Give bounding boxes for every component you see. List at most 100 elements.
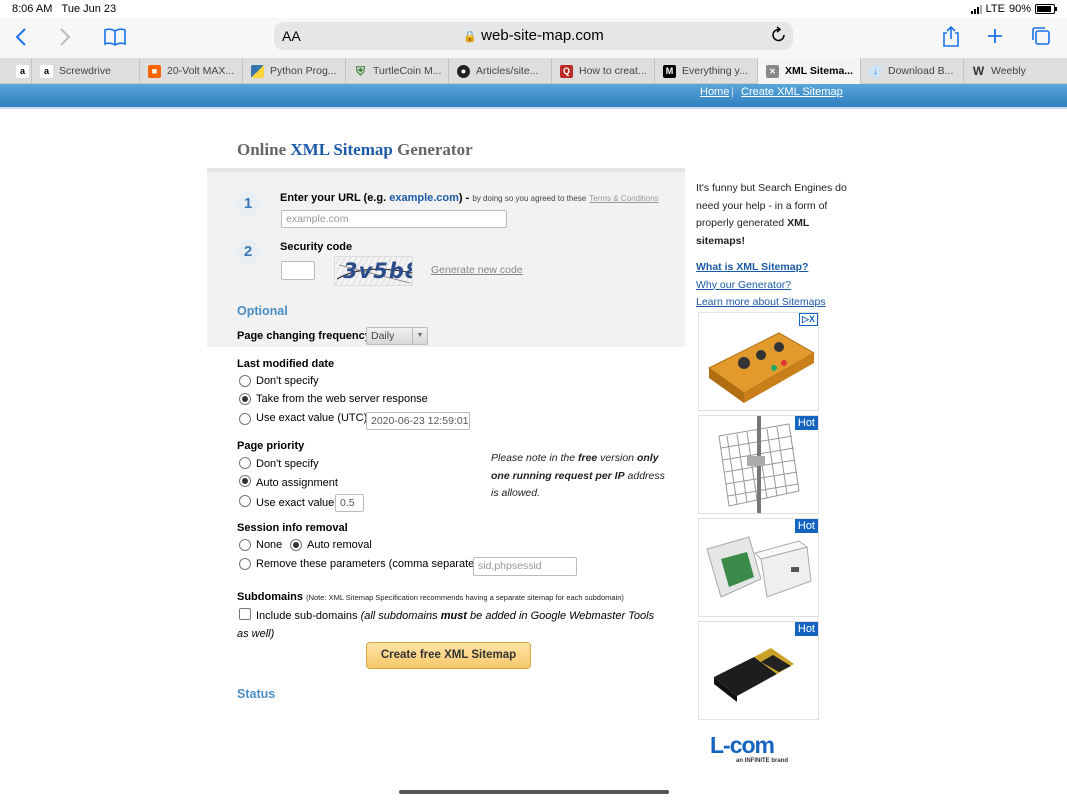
download-icon: ↓ xyxy=(869,64,882,78)
forward-button[interactable] xyxy=(54,26,76,48)
session-none-radio[interactable] xyxy=(239,539,251,551)
medium-icon: M xyxy=(663,64,676,78)
back-button[interactable] xyxy=(10,26,32,48)
priority-dont-specify-radio[interactable] xyxy=(239,457,251,469)
reload-icon[interactable] xyxy=(771,26,787,49)
shield-icon: ⛨ xyxy=(355,63,365,78)
nav-home-link[interactable]: Home xyxy=(700,86,729,98)
create-sitemap-button[interactable]: Create free XML Sitemap xyxy=(366,642,531,669)
priority-label: Page priority xyxy=(237,440,305,452)
sidebar-links: What is XML Sitemap? Why our Generator? … xyxy=(696,259,826,312)
url-input[interactable]: example.com xyxy=(281,210,507,228)
generate-code-link[interactable]: Generate new code xyxy=(431,264,523,276)
battery-percent: 90% xyxy=(1008,3,1031,15)
lastmod-dont-specify-radio[interactable] xyxy=(239,375,251,387)
what-is-sitemap-link[interactable]: What is XML Sitemap? xyxy=(696,259,826,277)
frequency-label: Page changing frequency xyxy=(237,330,371,342)
tab-9-active[interactable]: ✕ XML Sitema... xyxy=(757,58,860,84)
tab-label: Everything y... xyxy=(682,65,748,77)
github-icon: ● xyxy=(457,64,470,78)
note-text-2: version xyxy=(600,452,635,464)
grid-antenna-image xyxy=(718,416,800,513)
tab-1[interactable]: a xyxy=(8,58,31,84)
tab-label: Screwdrive xyxy=(59,65,111,77)
lastmod-dont-specify-label: Don't specify xyxy=(256,375,319,387)
lcom-logo[interactable]: L-com an INFINITE brand xyxy=(710,732,810,768)
carrier-label: LTE xyxy=(985,3,1005,15)
lastmod-exact-radio[interactable] xyxy=(239,413,251,425)
quora-icon: Q xyxy=(560,64,573,78)
tab-3[interactable]: ■ 20-Volt MAX... xyxy=(139,58,242,84)
tab-label: 20-Volt MAX... xyxy=(167,65,235,77)
bookmarks-button[interactable] xyxy=(102,25,128,49)
hot-badge: Hot xyxy=(794,519,818,533)
amazon-icon: a xyxy=(40,64,53,78)
close-icon[interactable]: ✕ xyxy=(766,64,779,78)
url-label: Enter your URL (e.g. example.com) - by d… xyxy=(280,192,659,204)
session-none-label: None xyxy=(256,539,283,551)
session-auto-radio[interactable] xyxy=(290,539,302,551)
captcha-image: 3v5b8 xyxy=(334,256,413,286)
tab-label: XML Sitema... xyxy=(785,65,854,77)
new-tab-button[interactable] xyxy=(984,25,1006,47)
page-title: Online XML Sitemap Generator xyxy=(237,140,473,160)
address-bar[interactable]: AA 🔒 web-site-map.com xyxy=(274,22,793,50)
ios-status-bar: 8:06 AM Tue Jun 23 LTE 90% xyxy=(0,0,1067,18)
lcom-sub: an INFINITE brand xyxy=(736,758,789,764)
scroll-indicator[interactable] xyxy=(399,790,669,794)
lcom-brand: L-com xyxy=(710,732,775,758)
tab-11[interactable]: W Weebly xyxy=(963,58,1067,84)
learn-more-link[interactable]: Learn more about Sitemaps xyxy=(696,294,826,312)
priority-value-input[interactable]: 0.5 xyxy=(335,494,364,512)
include-subdomains-text: Include sub-domains (all subdomains must… xyxy=(237,608,667,643)
terms-link[interactable]: Terms & Conditions xyxy=(589,194,658,203)
amazon-icon: a xyxy=(16,64,29,78)
lastmod-exact-label: Use exact value (UTC): xyxy=(256,412,371,424)
security-code-label: Security code xyxy=(280,241,353,253)
session-label: Session info removal xyxy=(237,522,348,534)
title-prefix: Online xyxy=(237,140,287,159)
step-1-badge: 1 xyxy=(236,192,260,216)
tab-10[interactable]: ↓ Download B... xyxy=(860,58,963,84)
share-icon xyxy=(943,26,959,47)
ad-hdmi-adapter[interactable]: Hot xyxy=(698,621,819,720)
tab-label: Articles/site... xyxy=(476,65,539,77)
site-header-bar: Home | Create XML Sitemap xyxy=(0,84,1067,109)
session-params-input[interactable]: sid,phpsessid xyxy=(473,557,577,576)
lastmod-label: Last modified date xyxy=(237,358,335,370)
tab-label: How to creat... xyxy=(579,65,647,77)
ad-choices-icon[interactable]: ▷X xyxy=(799,313,818,326)
signal-icon xyxy=(970,4,982,14)
tab-4[interactable]: Python Prog... xyxy=(242,58,345,84)
python-icon xyxy=(251,64,264,78)
ad-junction-box[interactable]: Hot xyxy=(698,518,819,617)
tab-5[interactable]: ⛨ TurtleCoin M... xyxy=(345,58,448,84)
session-remove-radio[interactable] xyxy=(239,558,251,570)
tab-2[interactable]: a Screwdrive xyxy=(31,58,139,84)
subdomains-note: (Note: XML Sitemap Specification recomme… xyxy=(306,593,624,602)
chevron-down-icon: ▼ xyxy=(412,328,427,344)
priority-auto-label: Auto assignment xyxy=(256,477,338,489)
tab-label: Python Prog... xyxy=(270,65,337,77)
priority-exact-radio[interactable] xyxy=(239,495,251,507)
priority-auto-radio[interactable] xyxy=(239,475,251,487)
tab-strip: a a Screwdrive ■ 20-Volt MAX... Python Pro… xyxy=(0,58,1067,84)
lastmod-server-label: Take from the web server response xyxy=(256,393,428,405)
why-generator-link[interactable]: Why our Generator? xyxy=(696,277,826,295)
weebly-icon: W xyxy=(972,64,985,78)
frequency-select[interactable]: Daily ▼ xyxy=(366,327,428,345)
tabs-overview-button[interactable] xyxy=(1030,25,1052,47)
security-code-input[interactable] xyxy=(281,261,315,280)
hdmi-adapter-image xyxy=(714,648,794,702)
lastmod-value-input[interactable]: 2020-06-23 12:59:01 xyxy=(366,412,470,430)
nav-create-link[interactable]: Create XML Sitemap xyxy=(741,86,843,98)
lastmod-server-radio[interactable] xyxy=(239,393,251,405)
tab-8[interactable]: M Everything y... xyxy=(654,58,757,84)
ad-antenna[interactable]: Hot xyxy=(698,415,819,514)
ad-cable-tester[interactable]: ▷X xyxy=(698,312,819,411)
hot-badge: Hot xyxy=(794,622,818,636)
share-button[interactable] xyxy=(940,24,962,50)
tab-6[interactable]: ● Articles/site... xyxy=(448,58,551,84)
tab-7[interactable]: Q How to creat... xyxy=(551,58,654,84)
subdomains-label-text: Subdomains xyxy=(237,591,304,603)
